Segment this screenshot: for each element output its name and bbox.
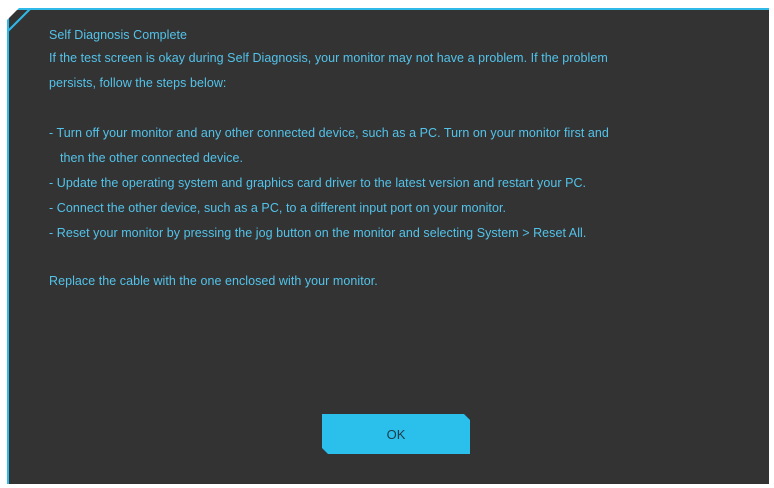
dialog-content: Self Diagnosis Complete If the test scre…: [49, 24, 749, 294]
step-1-line-1: - Turn off your monitor and any other co…: [49, 126, 609, 140]
dialog-title: Self Diagnosis Complete: [49, 28, 188, 42]
step-1-line-2: then the other connected device.: [60, 151, 243, 165]
intro-text-line-2: persists, follow the steps below:: [49, 76, 227, 90]
step-3: - Connect the other device, such as a PC…: [49, 201, 507, 215]
corner-accent-icon: [6, 7, 31, 32]
cable-note: Replace the cable with the one enclosed …: [49, 274, 378, 288]
ok-button[interactable]: OK: [322, 414, 470, 454]
intro-text-line-1: If the test screen is okay during Self D…: [49, 51, 608, 65]
step-4: - Reset your monitor by pressing the jog…: [49, 226, 587, 240]
step-2: - Update the operating system and graphi…: [49, 176, 587, 190]
self-diagnosis-dialog: Self Diagnosis Complete If the test scre…: [6, 7, 769, 484]
